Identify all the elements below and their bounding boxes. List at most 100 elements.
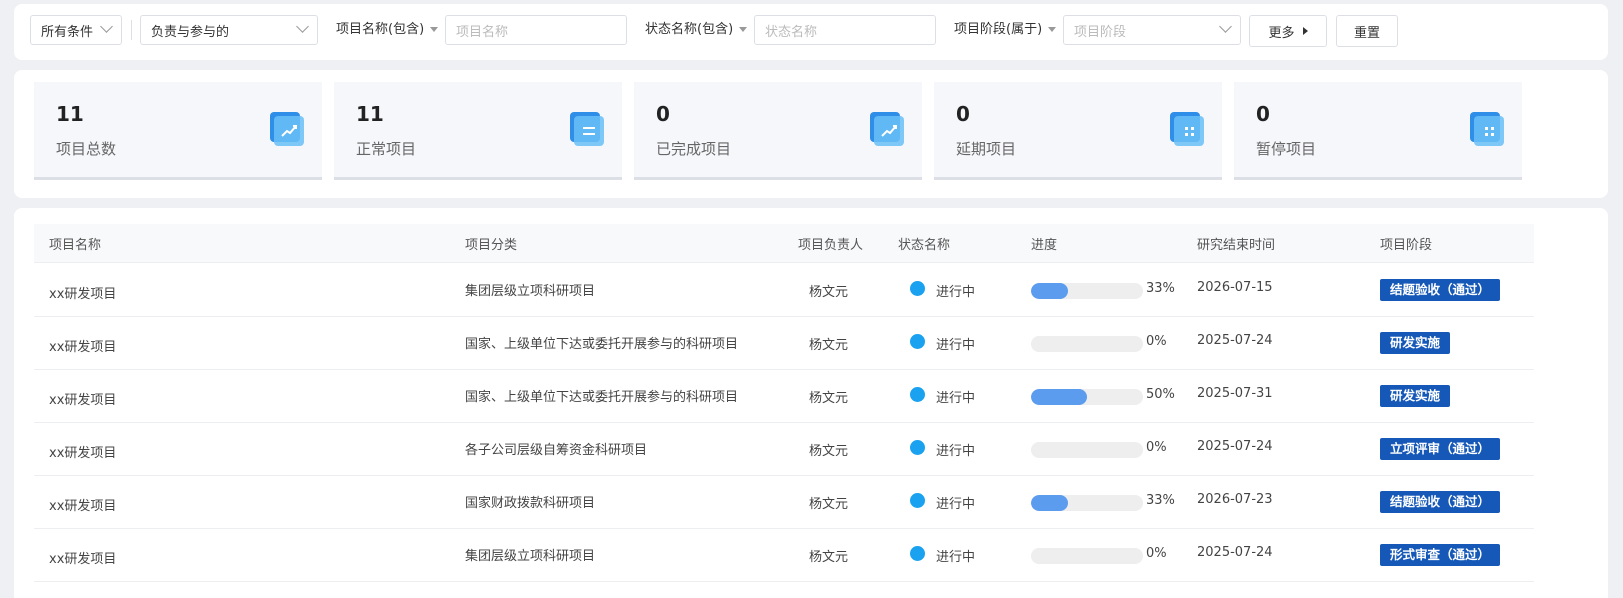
status-name-input[interactable]: 状态名称 [754,15,936,45]
chevron-down-icon [1219,20,1232,33]
end-date-cell: 2025-07-24 [1197,545,1273,560]
table-row[interactable]: xx研发项目 国家、上级单位下达或委托开展参与的科研项目 杨文元 进行中 50% 2025… [34,369,1534,423]
project-name-cell[interactable]: xx研发项目 [49,336,116,355]
stage-tag: 结题验收（通过） [1380,491,1501,513]
table-row[interactable]: xx研发项目 各子公司层级自筹资金科研项目 杨文元 进行中 0% 2025-07-24 立项… [34,422,1534,476]
table-row[interactable]: xx研发项目 集团层级立项科研项目 杨文元 进行中 0% 2025-07-24 形式审查（通… [34,528,1534,582]
grid-apps-icon [1470,112,1504,146]
stage-select[interactable]: 项目阶段 [1063,15,1241,45]
progress-text: 0% [1146,546,1167,561]
status-name-operator[interactable]: 状态名称(包含) [645,15,748,45]
status-cell: 进行中 [936,444,976,459]
stage-tag: 立项评审（通过） [1380,438,1501,460]
column-header[interactable]: 进度 [1031,234,1057,253]
grid-apps-icon [1170,112,1204,146]
project-name-operator[interactable]: 项目名称(包含) [336,15,439,45]
status-cell: 进行中 [936,550,976,565]
owner-cell: 杨文元 [809,497,849,512]
scope-select-value: 负责与参与的 [151,24,230,40]
column-header[interactable]: 项目负责人 [798,234,863,253]
table-row[interactable]: xx研发项目 国家财政拨款科研项目 杨文元 进行中 33% 2026-07-23 结题验收（… [34,475,1534,529]
category-cell: 国家、上级单位下达或委托开展参与的科研项目 [465,337,739,352]
table-row[interactable]: xx研发项目 集团层级立项科研项目 杨文元 进行中 33% 2026-07-15 结题验收（… [34,263,1534,317]
status-dot-icon [910,387,925,402]
column-header[interactable]: 项目分类 [465,234,517,253]
column-header[interactable]: 项目阶段 [1380,234,1432,253]
progress-text: 33% [1146,281,1175,296]
progress-text: 0% [1146,440,1167,455]
progress-fill [1031,389,1087,405]
status-cell: 进行中 [936,497,976,512]
progress-bar [1031,548,1143,564]
progress-bar [1031,336,1143,352]
more-button[interactable]: 更多 [1249,15,1327,47]
status-dot-icon [910,440,925,455]
document-list-icon [570,112,604,146]
more-button-label: 更多 [1268,25,1295,41]
category-cell: 集团层级立项科研项目 [465,549,596,564]
stage-tag: 结题验收（通过） [1380,279,1501,301]
project-table: 项目名称 项目分类 项目负责人 状态名称 进度 研究结束时间 项目阶段 xx研发… [14,208,1608,598]
project-name-cell[interactable]: xx研发项目 [49,389,116,408]
stats-panel: 11 项目总数 11 正常项目 0 已完成项目 0 延期项目 0 暂停项目 [14,70,1608,198]
end-date-cell: 2025-07-24 [1197,333,1273,348]
project-name-cell[interactable]: xx研发项目 [49,442,116,461]
stat-value: 0 [656,102,670,126]
progress-bar [1031,389,1143,405]
stat-card-delayed[interactable]: 0 延期项目 [934,82,1222,180]
stage-tag: 形式审查（通过） [1380,544,1501,566]
status-cell: 进行中 [936,285,976,300]
category-cell: 国家财政拨款科研项目 [465,496,596,511]
progress-bar [1031,495,1143,511]
stat-card-total[interactable]: 11 项目总数 [34,82,322,180]
progress-fill [1031,283,1068,299]
stat-value: 0 [956,102,970,126]
category-cell: 国家、上级单位下达或委托开展参与的科研项目 [465,390,739,405]
stage-tag: 研发实施 [1380,332,1451,354]
stat-label: 项目总数 [56,140,117,158]
status-dot-icon [910,493,925,508]
progress-text: 33% [1146,493,1175,508]
column-header[interactable]: 研究结束时间 [1197,234,1275,253]
stat-label: 正常项目 [356,140,417,158]
status-cell: 进行中 [936,338,976,353]
caret-right-icon [1302,27,1308,35]
end-date-cell: 2026-07-23 [1197,492,1273,507]
project-name-cell[interactable]: xx研发项目 [49,548,116,567]
chevron-down-icon [296,20,309,33]
condition-select-value: 所有条件 [41,24,94,40]
stat-card-paused[interactable]: 0 暂停项目 [1234,82,1522,180]
filter-bar: 所有条件 负责与参与的 项目名称(包含) 项目名称 状态名称(包含) 状态名称 … [14,4,1608,60]
stat-card-normal[interactable]: 11 正常项目 [334,82,622,180]
chart-up-icon [870,112,904,146]
column-header[interactable]: 状态名称 [898,234,950,253]
stage-tag: 研发实施 [1380,385,1451,407]
chevron-down-icon [100,20,113,33]
caret-down-icon [739,27,748,32]
project-name-cell[interactable]: xx研发项目 [49,495,116,514]
stat-card-completed[interactable]: 0 已完成项目 [634,82,922,180]
end-date-cell: 2026-07-15 [1197,280,1273,295]
owner-cell: 杨文元 [809,338,849,353]
progress-bar [1031,442,1143,458]
status-name-placeholder: 状态名称 [765,24,818,40]
scope-select[interactable]: 负责与参与的 [140,15,318,45]
table-row[interactable]: xx研发项目 国家、上级单位下达或委托开展参与的科研项目 杨文元 进行中 0% 2025-… [34,316,1534,370]
condition-select[interactable]: 所有条件 [30,15,122,45]
column-header[interactable]: 项目名称 [49,234,101,253]
stage-operator[interactable]: 项目阶段(属于) [954,15,1057,45]
owner-cell: 杨文元 [809,444,849,459]
end-date-cell: 2025-07-31 [1197,386,1273,401]
stat-label: 已完成项目 [656,140,732,158]
stat-value: 0 [1256,102,1270,126]
progress-bar [1031,283,1143,299]
reset-button-label: 重置 [1353,25,1380,41]
chart-up-icon [270,112,304,146]
table-header: 项目名称 项目分类 项目负责人 状态名称 进度 研究结束时间 项目阶段 [34,224,1534,263]
project-name-cell[interactable]: xx研发项目 [49,283,116,302]
reset-button[interactable]: 重置 [1336,15,1398,47]
category-cell: 集团层级立项科研项目 [465,284,596,299]
stat-value: 11 [56,102,84,126]
project-name-input[interactable]: 项目名称 [445,15,627,45]
status-dot-icon [910,334,925,349]
